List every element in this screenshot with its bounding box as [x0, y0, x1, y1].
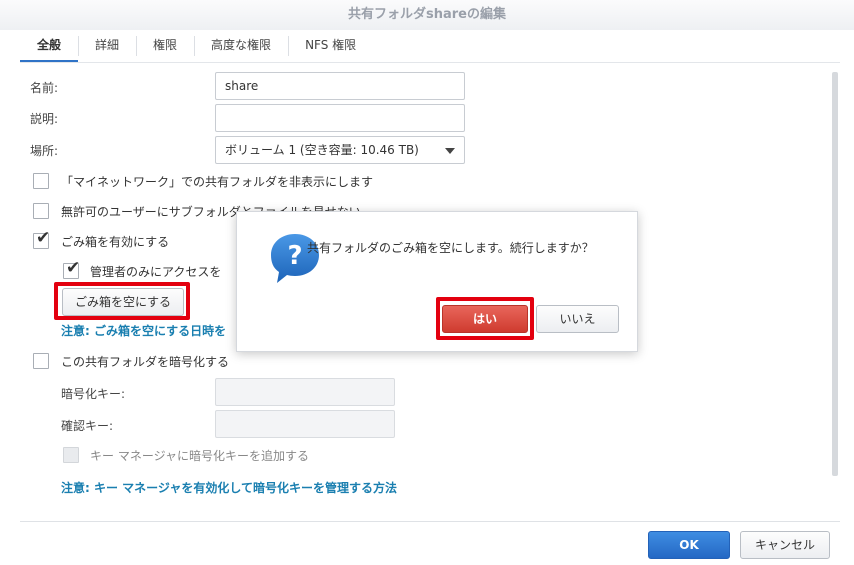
location-value: ボリューム 1 (空き容量: 10.46 TB)	[225, 143, 419, 157]
tab-details[interactable]: 詳細	[78, 30, 136, 62]
recycle-bin-label: ごみ箱を有効にする	[61, 235, 170, 249]
empty-recycle-bin-button[interactable]: ごみ箱を空にする	[62, 288, 184, 316]
yes-button[interactable]: はい	[442, 305, 528, 333]
location-label: 場所:	[30, 144, 59, 158]
chevron-down-icon	[445, 148, 455, 154]
tab-bar: 全般 詳細 権限 高度な権限 NFS 権限	[20, 30, 373, 62]
description-field[interactable]	[215, 104, 465, 132]
admin-only-label: 管理者のみにアクセスを	[90, 265, 222, 279]
confirm-key-field[interactable]	[215, 410, 395, 438]
encrypt-label: この共有フォルダを暗号化する	[61, 355, 230, 369]
scrollbar[interactable]	[832, 72, 838, 476]
ok-button[interactable]: OK	[648, 531, 730, 559]
dialog-message: 共有フォルダのごみ箱を空にします。続行しますか？	[307, 241, 594, 255]
checkmark-icon: ✔	[66, 258, 81, 278]
name-field[interactable]: share	[215, 72, 465, 100]
confirm-dialog: ? 共有フォルダのごみ箱を空にします。続行しますか？ はい いいえ	[236, 211, 638, 352]
encrypt-checkbox[interactable]	[33, 353, 49, 369]
enc-key-label: 暗号化キー:	[61, 387, 126, 401]
enc-key-field[interactable]	[215, 378, 395, 406]
window-title: 共有フォルダshareの編集	[0, 0, 854, 30]
location-select[interactable]: ボリューム 1 (空き容量: 10.46 TB)	[215, 136, 465, 164]
no-button[interactable]: いいえ	[536, 305, 619, 333]
confirm-key-label: 確認キー:	[61, 419, 114, 433]
name-label: 名前:	[30, 81, 59, 95]
empty-note-link[interactable]: 注意: ごみ箱を空にする日時を	[61, 322, 226, 339]
tab-permissions[interactable]: 権限	[136, 30, 194, 62]
recycle-bin-checkbox[interactable]: ✔	[33, 228, 51, 249]
hide-unauthorized-checkbox[interactable]	[33, 203, 49, 219]
tab-advanced-permissions[interactable]: 高度な権限	[194, 30, 288, 62]
key-manager-label: キー マネージャに暗号化キーを追加する	[90, 449, 309, 463]
question-glyph: ?	[287, 241, 302, 271]
hide-network-label: 「マイネットワーク」での共有フォルダを非表示にします	[61, 175, 374, 189]
hide-network-checkbox[interactable]	[33, 173, 49, 189]
tabs-divider	[20, 62, 840, 63]
key-manager-checkbox[interactable]	[63, 447, 79, 463]
tab-nfs-permissions[interactable]: NFS 権限	[288, 30, 373, 62]
tab-general[interactable]: 全般	[20, 30, 79, 62]
cancel-button[interactable]: キャンセル	[740, 531, 830, 559]
admin-only-checkbox[interactable]: ✔	[63, 258, 81, 279]
checkmark-icon: ✔	[36, 228, 51, 248]
description-label: 説明:	[30, 112, 59, 126]
key-manager-note-link[interactable]: 注意: キー マネージャを有効化して暗号化キーを管理する方法	[61, 479, 397, 496]
footer-divider	[20, 521, 840, 522]
